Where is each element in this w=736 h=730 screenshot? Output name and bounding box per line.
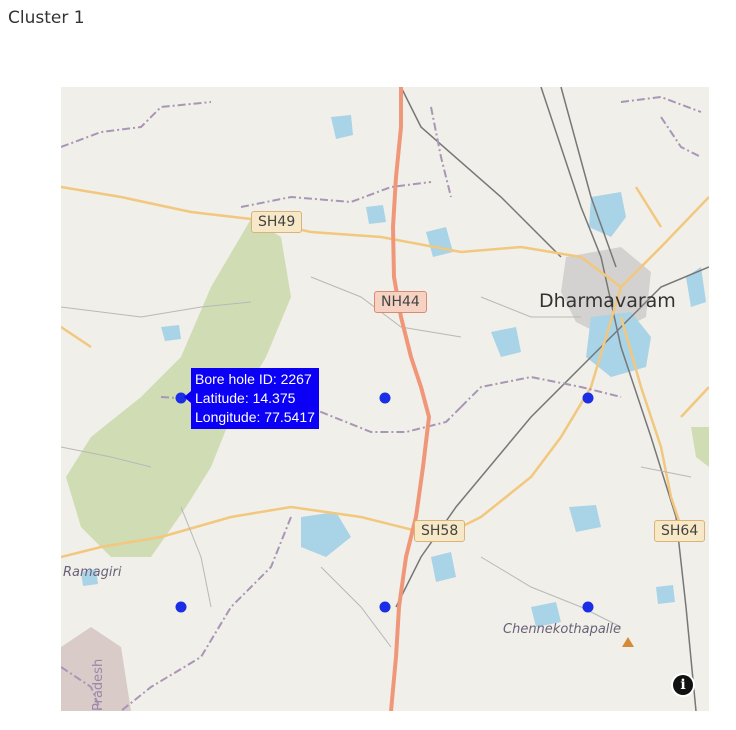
forest-area-small	[691, 427, 709, 467]
tooltip-latitude: Latitude: 14.375	[195, 390, 296, 406]
place-label-state: Pradesh	[91, 658, 106, 711]
tooltip-longitude: Longitude: 77.5417	[195, 409, 315, 425]
tooltip-bore-hole-id: Bore hole ID: 2267	[195, 371, 312, 387]
info-button-wrap[interactable]: i	[671, 673, 695, 697]
road-label-sh64: SH64	[654, 520, 706, 542]
place-label-ramagiri: Ramagiri	[63, 565, 122, 580]
road-label-nh44: NH44	[374, 291, 427, 313]
bore-hole-marker[interactable]	[175, 601, 187, 613]
marker-tooltip: Bore hole ID: 2267 Latitude: 14.375 Long…	[184, 368, 319, 429]
map[interactable]: SH49 NH44 SH58 SH64 Dharmavaram Ramagiri…	[61, 87, 709, 711]
bore-hole-marker[interactable]	[582, 392, 594, 404]
peak-icon	[622, 637, 634, 647]
road-label-sh49: SH49	[251, 211, 303, 233]
page-title: Cluster 1	[8, 8, 85, 28]
national-highway-nh44	[389, 87, 432, 711]
place-label-chennekothapalle: Chennekothapalle	[503, 622, 622, 637]
bore-hole-marker[interactable]	[379, 392, 391, 404]
info-icon[interactable]: i	[673, 675, 693, 695]
road-label-sh58: SH58	[414, 520, 466, 542]
place-label-dharmavaram: Dharmavaram	[539, 290, 676, 312]
bore-hole-marker[interactable]	[379, 601, 391, 613]
bore-hole-marker[interactable]	[582, 601, 594, 613]
